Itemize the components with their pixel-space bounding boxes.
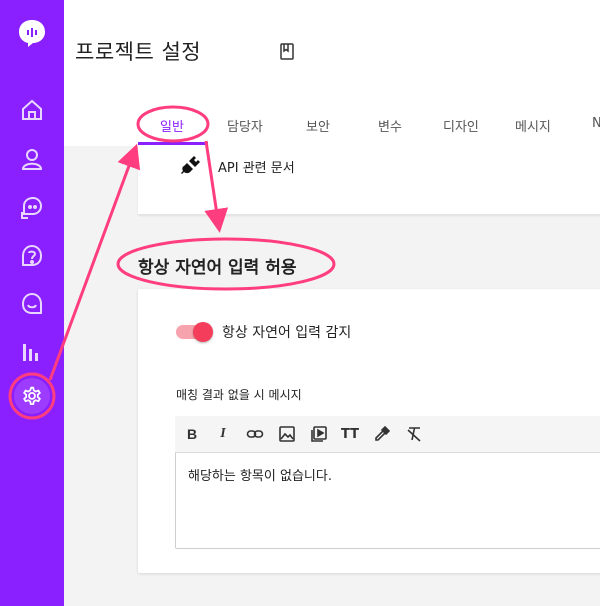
tab-variables[interactable]: 변수 — [378, 116, 402, 135]
chat-icon[interactable] — [18, 194, 46, 222]
tab-message[interactable]: 메시지 — [515, 116, 551, 135]
toggle-label: 항상 자연어 입력 감지 — [222, 325, 352, 341]
link-icon[interactable] — [246, 425, 264, 443]
api-docs-link[interactable]: API 관련 문서 — [218, 157, 295, 176]
clear-format-icon[interactable] — [405, 425, 423, 443]
italic-icon[interactable]: I — [214, 425, 232, 443]
tab-active-indicator — [138, 142, 208, 145]
book-icon[interactable] — [280, 43, 294, 64]
page-title: 프로젝트 설정 — [75, 40, 202, 64]
color-picker-icon[interactable] — [373, 425, 391, 443]
message-icon[interactable] — [18, 290, 46, 318]
tab-more[interactable]: N — [592, 116, 600, 131]
image-icon[interactable] — [278, 425, 296, 443]
plug-icon — [180, 154, 202, 180]
bold-icon[interactable]: B — [183, 425, 201, 443]
sidebar — [0, 0, 64, 606]
video-icon[interactable] — [310, 425, 328, 443]
analytics-icon[interactable] — [18, 338, 46, 366]
api-card — [138, 146, 600, 215]
gear-icon — [23, 386, 41, 406]
tab-design[interactable]: 디자인 — [443, 116, 479, 135]
help-icon[interactable] — [18, 242, 46, 270]
tab-assignee[interactable]: 담당자 — [227, 116, 263, 135]
logo-icon[interactable] — [17, 18, 47, 48]
nlp-toggle-knob[interactable] — [193, 322, 213, 342]
text-size-icon[interactable]: TT — [341, 425, 359, 443]
tab-security[interactable]: 보안 — [306, 116, 330, 135]
user-icon[interactable] — [18, 145, 46, 173]
settings-button[interactable] — [14, 378, 50, 414]
field-label: 매칭 결과 없을 시 메시지 — [176, 388, 302, 402]
section-title: 항상 자연어 입력 허용 — [138, 258, 297, 278]
home-icon[interactable] — [18, 96, 46, 124]
editor-content[interactable]: 해당하는 항목이 없습니다. — [188, 465, 332, 484]
tab-general[interactable]: 일반 — [160, 116, 184, 135]
